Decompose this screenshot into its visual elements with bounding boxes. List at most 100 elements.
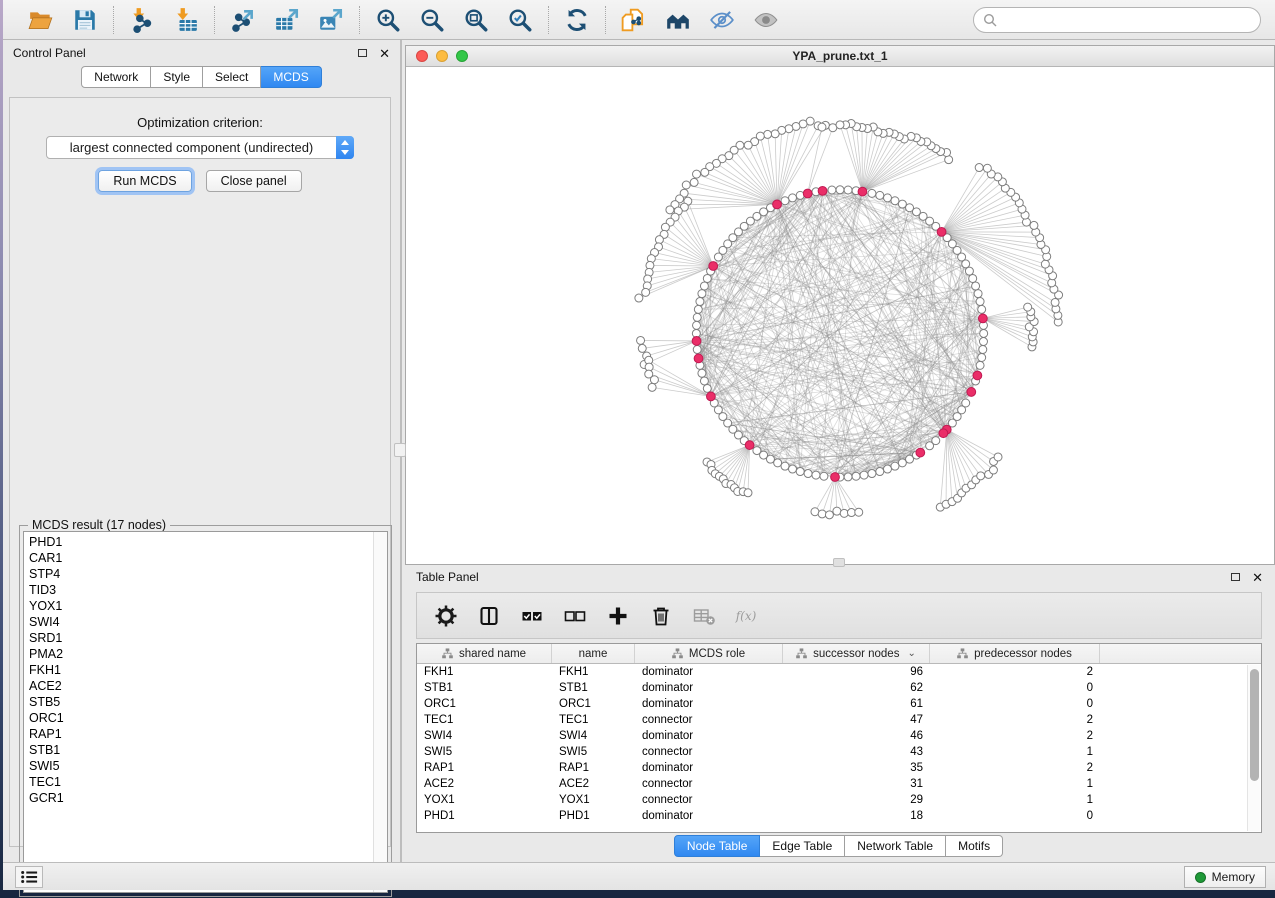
table-row-PHD1[interactable]: PHD1PHD1dominator180 — [417, 808, 1261, 824]
cell-name: RAP1 — [552, 760, 635, 776]
cell-predecessor-nodes: 0 — [930, 808, 1100, 824]
table-settings-gear-icon[interactable] — [433, 603, 459, 629]
cell-predecessor-nodes: 0 — [930, 680, 1100, 696]
mcds-result-item[interactable]: STB5 — [24, 694, 373, 710]
horizontal-splitter-grip[interactable] — [833, 558, 845, 567]
table-scrollbar-thumb[interactable] — [1250, 669, 1259, 781]
tab-network[interactable]: Network — [81, 66, 151, 88]
table-scrollbar[interactable] — [1247, 665, 1260, 831]
mcds-list-scrollbar[interactable] — [373, 532, 387, 892]
new-network-from-selection-icon[interactable] — [620, 6, 648, 34]
tab-node-table[interactable]: Node Table — [674, 835, 761, 857]
cell-shared-name: STB1 — [417, 680, 552, 696]
network-window-titlebar[interactable]: YPA_prune.txt_1 — [406, 46, 1274, 67]
tab-edge-table[interactable]: Edge Table — [760, 835, 845, 857]
table-row-SWI5[interactable]: SWI5SWI5connector431 — [417, 744, 1261, 760]
run-mcds-button[interactable]: Run MCDS — [98, 170, 191, 192]
table-panel-title: Table Panel — [416, 570, 479, 584]
deselect-all-rows-icon[interactable] — [562, 603, 588, 629]
mcds-result-item[interactable]: CAR1 — [24, 550, 373, 566]
open-file-icon[interactable] — [27, 6, 55, 34]
column-header-predecessor-nodes[interactable]: predecessor nodes — [930, 644, 1100, 663]
mcds-result-item[interactable]: SRD1 — [24, 630, 373, 646]
close-table-panel-icon[interactable]: ✕ — [1252, 571, 1263, 584]
table-row-TEC1[interactable]: TEC1TEC1connector472 — [417, 712, 1261, 728]
column-header-MCDS-role[interactable]: MCDS role — [635, 644, 783, 663]
column-header-shared-name[interactable]: shared name — [417, 644, 552, 663]
close-panel-icon[interactable]: ✕ — [379, 47, 390, 60]
zoom-out-icon[interactable] — [418, 6, 446, 34]
network-canvas[interactable] — [406, 68, 1274, 564]
float-table-panel-icon[interactable] — [1231, 573, 1240, 581]
panel-menu-button[interactable] — [15, 866, 43, 888]
table-row-STB1[interactable]: STB1STB1dominator620 — [417, 680, 1261, 696]
export-image-icon[interactable] — [317, 6, 345, 34]
memory-button[interactable]: Memory — [1184, 866, 1266, 888]
mcds-result-item[interactable]: GCR1 — [24, 790, 373, 806]
table-row-YOX1[interactable]: YOX1YOX1connector291 — [417, 792, 1261, 808]
mcds-result-item[interactable]: PMA2 — [24, 646, 373, 662]
tab-motifs[interactable]: Motifs — [946, 835, 1003, 857]
refresh-view-icon[interactable] — [563, 6, 591, 34]
mcds-result-item[interactable]: ACE2 — [24, 678, 373, 694]
import-table-icon[interactable] — [172, 6, 200, 34]
tab-style[interactable]: Style — [151, 66, 203, 88]
search-input[interactable] — [1003, 13, 1251, 27]
right-stack: YPA_prune.txt_1 Table Panel ✕ f(x) share… — [402, 40, 1275, 862]
insert-column-icon[interactable] — [476, 603, 502, 629]
memory-status-icon — [1195, 872, 1206, 883]
cell-predecessor-nodes: 2 — [930, 664, 1100, 680]
zoom-fit-icon[interactable] — [462, 6, 490, 34]
first-neighbors-icon[interactable] — [664, 6, 692, 34]
export-table-icon[interactable] — [273, 6, 301, 34]
cell-shared-name: YOX1 — [417, 792, 552, 808]
cell-name: STB1 — [552, 680, 635, 696]
mcds-result-item[interactable]: PHD1 — [24, 534, 373, 550]
show-all-icon[interactable] — [752, 6, 780, 34]
import-network-icon[interactable] — [128, 6, 156, 34]
network-title: YPA_prune.txt_1 — [792, 49, 887, 63]
mcds-result-item[interactable]: SWI5 — [24, 758, 373, 774]
delete-row-icon[interactable] — [648, 603, 674, 629]
mcds-result-item[interactable]: YOX1 — [24, 598, 373, 614]
column-header-name[interactable]: name — [552, 644, 635, 663]
cell-successor-nodes: 31 — [783, 776, 930, 792]
table-row-SWI4[interactable]: SWI4SWI4dominator462 — [417, 728, 1261, 744]
mcds-result-item[interactable]: SWI4 — [24, 614, 373, 630]
close-panel-button[interactable]: Close panel — [206, 170, 302, 192]
close-window-icon[interactable] — [416, 50, 428, 62]
zoom-in-icon[interactable] — [374, 6, 402, 34]
save-session-icon[interactable] — [71, 6, 99, 34]
mcds-result-item[interactable]: RAP1 — [24, 726, 373, 742]
cell-name: SWI5 — [552, 744, 635, 760]
export-network-icon[interactable] — [229, 6, 257, 34]
mcds-result-item[interactable]: STB1 — [24, 742, 373, 758]
shared-column-icon — [796, 648, 807, 659]
hide-selected-icon[interactable] — [708, 6, 736, 34]
cell-shared-name: ORC1 — [417, 696, 552, 712]
vertical-splitter-grip[interactable] — [394, 443, 406, 457]
mcds-result-item[interactable]: ORC1 — [24, 710, 373, 726]
tab-select[interactable]: Select — [203, 66, 261, 88]
mcds-result-item[interactable]: STP4 — [24, 566, 373, 582]
tab-mcds[interactable]: MCDS — [261, 66, 321, 88]
criterion-dropdown[interactable]: largest connected component (undirected) — [46, 136, 354, 159]
table-row-ACE2[interactable]: ACE2ACE2connector311 — [417, 776, 1261, 792]
tab-network-table[interactable]: Network Table — [845, 835, 946, 857]
search-box[interactable] — [973, 7, 1261, 33]
cell-predecessor-nodes: 1 — [930, 744, 1100, 760]
maximize-window-icon[interactable] — [456, 50, 468, 62]
mcds-result-item[interactable]: TID3 — [24, 582, 373, 598]
zoom-selected-icon[interactable] — [506, 6, 534, 34]
table-row-RAP1[interactable]: RAP1RAP1dominator352 — [417, 760, 1261, 776]
add-row-icon[interactable] — [605, 603, 631, 629]
float-panel-icon[interactable] — [358, 49, 367, 57]
table-row-ORC1[interactable]: ORC1ORC1dominator610 — [417, 696, 1261, 712]
minimize-window-icon[interactable] — [436, 50, 448, 62]
mcds-result-item[interactable]: FKH1 — [24, 662, 373, 678]
table-row-FKH1[interactable]: FKH1FKH1dominator962 — [417, 664, 1261, 680]
select-all-rows-icon[interactable] — [519, 603, 545, 629]
dropdown-stepper-icon — [336, 136, 354, 159]
mcds-result-item[interactable]: TEC1 — [24, 774, 373, 790]
column-header-successor-nodes[interactable]: successor nodes⌄ — [783, 644, 930, 663]
